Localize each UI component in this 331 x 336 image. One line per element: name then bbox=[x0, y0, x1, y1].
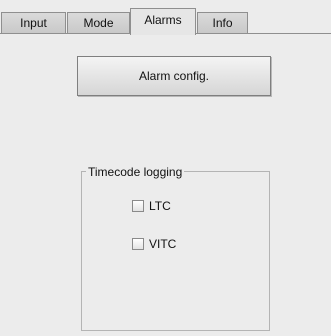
timecode-logging-title: Timecode logging bbox=[86, 165, 185, 179]
tab-bar-filler bbox=[248, 12, 331, 33]
tab-info[interactable]: Info bbox=[197, 12, 248, 34]
vitc-label: VITC bbox=[149, 237, 177, 251]
tab-alarms[interactable]: Alarms bbox=[130, 8, 196, 35]
vitc-checkbox[interactable] bbox=[132, 238, 144, 250]
ltc-label: LTC bbox=[149, 199, 171, 213]
ltc-checkbox[interactable] bbox=[132, 200, 144, 212]
ltc-option[interactable]: LTC bbox=[132, 198, 171, 214]
vitc-option[interactable]: VITC bbox=[132, 236, 176, 252]
tab-mode[interactable]: Mode bbox=[67, 12, 130, 34]
tab-bar: Input Mode Alarms Info bbox=[0, 0, 331, 36]
tab-input[interactable]: Input bbox=[1, 12, 66, 34]
alarm-config-button[interactable]: Alarm config. bbox=[77, 56, 271, 96]
